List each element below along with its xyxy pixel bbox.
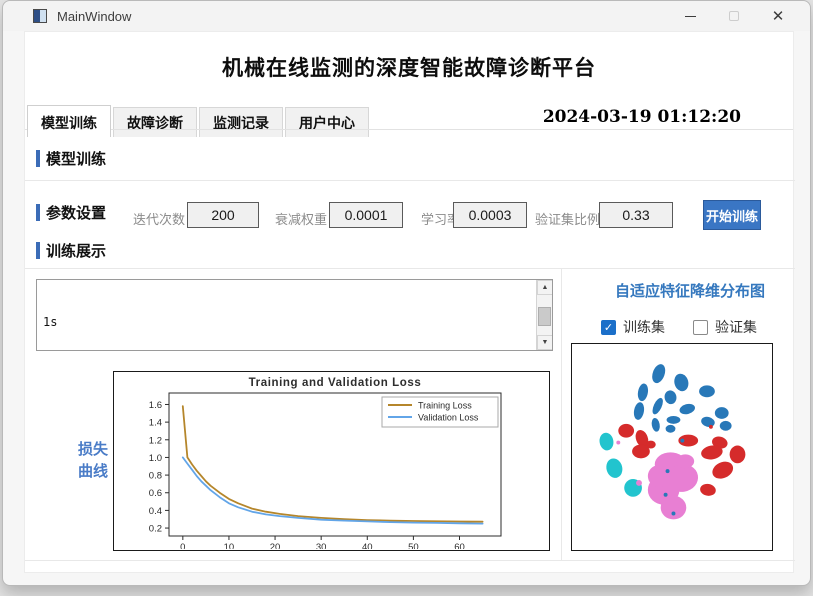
checkbox-label: 验证集 — [715, 319, 757, 335]
scrollbar-thumb[interactable] — [538, 307, 551, 326]
svg-text:40: 40 — [362, 542, 373, 549]
log-line: 1s — [43, 315, 58, 329]
window-title: MainWindow — [57, 8, 132, 24]
svg-text:0.2: 0.2 — [149, 524, 162, 535]
svg-text:0.4: 0.4 — [149, 506, 162, 517]
title-bar: MainWindow ✕ — [3, 1, 810, 31]
divider — [25, 560, 795, 561]
tab-model-training[interactable]: 模型训练 — [27, 105, 111, 137]
tab-pane-border — [25, 129, 793, 130]
iterations-input[interactable] — [187, 202, 259, 228]
svg-text:Training and Validation Loss: Training and Validation Loss — [249, 377, 422, 389]
section-training-display: 训练展示 — [36, 240, 106, 261]
maximize-button[interactable] — [712, 1, 756, 31]
svg-text:0.6: 0.6 — [149, 488, 162, 499]
tab-user-center[interactable]: 用户中心 — [285, 107, 369, 137]
weight-decay-label: 衰减权重 — [275, 212, 328, 227]
svg-text:1.6: 1.6 — [149, 400, 162, 411]
iterations-label: 迭代次数 — [133, 212, 186, 227]
close-button[interactable]: ✕ — [756, 1, 800, 31]
minimize-icon — [684, 15, 696, 17]
tab-fault-diagnosis[interactable]: 故障诊断 — [113, 107, 197, 137]
training-log-console[interactable]: 1s 14/14 [==============================… — [36, 279, 553, 351]
section-bar-icon — [36, 242, 40, 259]
svg-text:1.2: 1.2 — [149, 435, 162, 446]
tsne-scatter-svg — [599, 364, 746, 520]
content-panel: 机械在线监测的深度智能故障诊断平台 模型训练 故障诊断 监测记录 用户中心 20… — [24, 31, 795, 573]
section-bar-icon — [36, 150, 40, 167]
console-scrollbar[interactable]: ▲ ▼ — [536, 280, 552, 350]
checkbox-label: 训练集 — [623, 319, 665, 335]
section-label: 模型训练 — [46, 151, 107, 168]
scroll-down-icon[interactable]: ▼ — [537, 335, 552, 350]
svg-text:1.4: 1.4 — [149, 418, 162, 429]
svg-text:20: 20 — [270, 542, 281, 549]
val-set-checkbox[interactable]: 验证集 — [693, 317, 757, 337]
app-icon — [33, 9, 47, 23]
svg-text:1.0: 1.0 — [149, 453, 162, 464]
svg-text:0: 0 — [180, 542, 185, 549]
scroll-up-icon[interactable]: ▲ — [537, 280, 552, 295]
minimize-button[interactable] — [668, 1, 712, 31]
checkbox-unchecked-icon[interactable] — [693, 319, 708, 335]
divider — [25, 180, 795, 181]
tab-bar: 模型训练 故障诊断 监测记录 用户中心 — [27, 105, 371, 137]
svg-text:60: 60 — [454, 542, 465, 549]
svg-text:10: 10 — [224, 542, 235, 549]
section-param-settings: 参数设置 — [36, 202, 106, 223]
panel-divider — [561, 268, 562, 560]
train-set-checkbox[interactable]: ✓ 训练集 — [601, 317, 665, 337]
main-window: MainWindow ✕ 机械在线监测的深度智能故障诊断平台 模型训练 故障诊断… — [2, 0, 811, 586]
tsne-panel-title: 自适应特征降维分布图 — [614, 283, 765, 300]
learning-rate-input[interactable] — [453, 202, 527, 228]
section-label: 参数设置 — [46, 205, 107, 222]
svg-text:Training Loss: Training Loss — [418, 401, 472, 411]
svg-text:0.8: 0.8 — [149, 471, 162, 482]
page-title: 机械在线监测的深度智能故障诊断平台 — [222, 57, 596, 80]
checkbox-checked-icon[interactable]: ✓ — [601, 319, 616, 335]
tsne-scatter-plot — [571, 343, 773, 551]
svg-text:30: 30 — [316, 542, 327, 549]
loss-chart: Training and Validation Loss 0.2 0.4 0.6 0.8… — [113, 371, 550, 551]
val-split-input[interactable] — [599, 202, 673, 228]
section-label: 训练展示 — [46, 243, 107, 260]
console-text: 1s 14/14 [==============================… — [43, 282, 532, 350]
section-model-training: 模型训练 — [36, 148, 106, 169]
tab-monitoring-records[interactable]: 监测记录 — [199, 107, 283, 137]
section-bar-icon — [36, 204, 40, 221]
weight-decay-input[interactable] — [329, 202, 403, 228]
svg-text:Validation Loss: Validation Loss — [418, 413, 479, 423]
loss-chart-svg: Training and Validation Loss 0.2 0.4 0.6 0.8… — [149, 377, 502, 549]
close-icon: ✕ — [771, 7, 785, 25]
divider — [25, 268, 795, 269]
maximize-icon — [729, 11, 739, 21]
val-split-label: 验证集比例 — [535, 212, 601, 227]
start-training-button[interactable]: 开始训练 — [703, 200, 761, 230]
clock-display: 2024-03-19 01:12:20 — [542, 107, 741, 127]
svg-text:50: 50 — [408, 542, 419, 549]
